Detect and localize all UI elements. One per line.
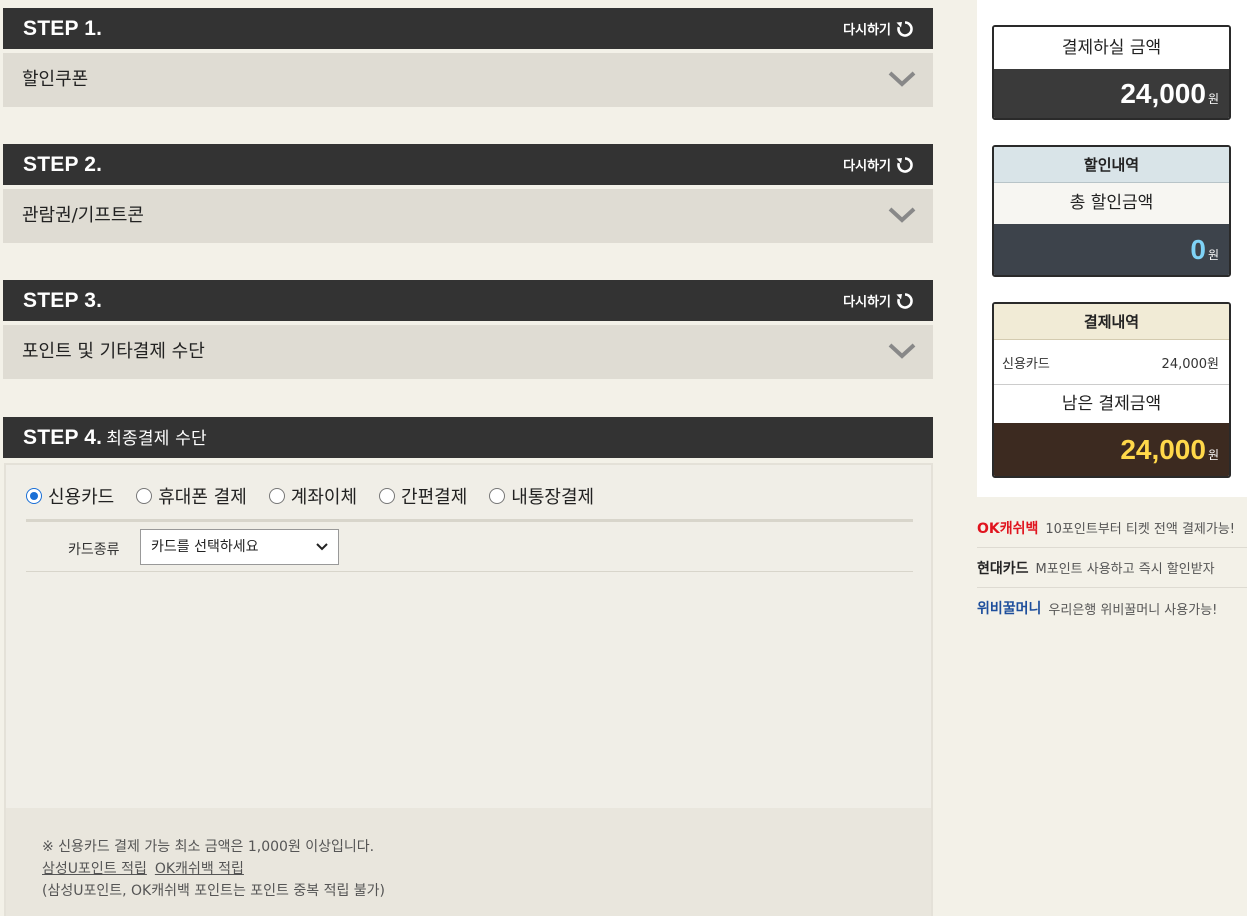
card-type-select[interactable]: 카드를 선택하세요	[140, 529, 339, 565]
method-label: 계좌이체	[290, 487, 358, 508]
final-payment-panel: 신용카드 휴대폰 결제 계좌이체 간편결제 내통장결제 카드종류 카드를 선택하…	[4, 463, 933, 916]
method-mobile[interactable]: 휴대폰 결제	[136, 483, 247, 509]
pay-amount-title: 결제하실 금액	[994, 27, 1229, 69]
remaining-title: 남은 결제금액	[994, 384, 1229, 423]
chevron-down-icon	[888, 343, 916, 359]
promo-hyundai-card[interactable]: 현대카드 M포인트 사용하고 즉시 할인받자	[977, 548, 1247, 588]
wibee-money-logo: 위비꿀머니	[977, 601, 1042, 617]
discount-value-row: 0원	[994, 224, 1229, 275]
won-unit: 원	[1207, 92, 1219, 106]
step3-row-label: 포인트 및 기타결제 수단	[22, 341, 205, 362]
card-type-label: 카드종류	[68, 542, 120, 558]
step3-reset-label: 다시하기	[843, 295, 891, 310]
method-label: 신용카드	[48, 487, 115, 508]
won-unit: 원	[1207, 448, 1219, 462]
promo-ok-cashbag[interactable]: OK캐쉬백 10포인트부터 티켓 전액 결제가능!	[977, 508, 1247, 548]
radio-my-account[interactable]	[489, 488, 506, 504]
promo-wibee-money[interactable]: 위비꿀머니 우리은행 위비꿀머니 사용가능!	[977, 588, 1247, 628]
step3-header: STEP 3. 다시하기	[3, 280, 933, 321]
method-label: 간편결제	[401, 487, 468, 508]
step2-reset-label: 다시하기	[843, 159, 891, 174]
method-label: 내통장결제	[511, 487, 595, 508]
notice-no-duplicate: (삼성U포인트, OK캐쉬백 포인트는 포인트 중복 적립 불가)	[42, 883, 386, 899]
payment-item-value: 24,000원	[1161, 356, 1219, 372]
card-select-value: 카드를 선택하세요	[151, 539, 259, 555]
method-label: 휴대폰 결제	[158, 487, 247, 508]
refresh-icon	[896, 292, 913, 309]
method-credit-card[interactable]: 신용카드	[26, 483, 114, 509]
payment-notice: ※ 신용카드 결제 가능 최소 금액은 1,000원 이상입니다. 삼성U포인트…	[6, 808, 931, 916]
method-easy-pay[interactable]: 간편결제	[379, 483, 467, 509]
hyundai-card-logo: 현대카드	[977, 560, 1029, 577]
discount-title: 총 할인금액	[994, 183, 1229, 224]
radio-easy-pay[interactable]	[379, 488, 396, 504]
radio-credit-card[interactable]	[26, 488, 42, 504]
won-unit: 원	[1207, 248, 1219, 262]
payment-detail-item: 신용카드 24,000원	[994, 340, 1229, 384]
step1-reset-button[interactable]: 다시하기	[843, 8, 915, 49]
step1-title: STEP 1.	[23, 17, 103, 40]
step3-points-row[interactable]: 포인트 및 기타결제 수단	[3, 325, 933, 379]
divider	[26, 519, 913, 522]
ok-cashbag-logo: OK캐쉬백	[977, 520, 1039, 537]
remaining-value-row: 24,000 원	[994, 423, 1229, 476]
divider	[26, 571, 913, 572]
payment-detail-header: 결제내역	[994, 304, 1229, 340]
promo-list: OK캐쉬백 10포인트부터 티켓 전액 결제가능! 현대카드 M포인트 사용하고…	[977, 508, 1247, 628]
method-my-account[interactable]: 내통장결제	[489, 483, 594, 509]
refresh-icon	[896, 20, 913, 37]
payment-method-group: 신용카드 휴대폰 결제 계좌이체 간편결제 내통장결제	[26, 483, 594, 509]
step4-header: STEP 4. 최종결제 수단	[3, 417, 933, 458]
remaining-amount: 24,000	[1120, 434, 1206, 465]
radio-mobile[interactable]	[136, 488, 153, 504]
step2-giftcon-row[interactable]: 관람권/기프트콘	[3, 189, 933, 243]
pay-amount-value: 24,000	[1120, 78, 1206, 109]
promo-text: 우리은행 위비꿀머니 사용가능!	[1048, 602, 1218, 618]
discount-box: 할인내역 총 할인금액 0원	[992, 145, 1231, 277]
step1-coupon-row[interactable]: 할인쿠폰	[3, 53, 933, 107]
samsung-point-link[interactable]: 삼성U포인트 적립	[42, 861, 147, 877]
promo-text: 10포인트부터 티켓 전액 결제가능!	[1045, 522, 1236, 537]
pay-amount-value-row: 24,000 원	[994, 69, 1229, 118]
chevron-down-icon	[316, 543, 328, 551]
payment-steps: STEP 1. 다시하기 할인쿠폰 STEP 2. 다시하기 관람권/기프트콘 …	[0, 0, 935, 916]
step2-reset-button[interactable]: 다시하기	[843, 144, 915, 185]
notice-min-amount: ※ 신용카드 결제 가능 최소 금액은 1,000원 이상입니다.	[42, 839, 375, 855]
step4-title: STEP 4. 최종결제 수단	[23, 417, 207, 460]
discount-amount: 0	[1190, 234, 1206, 265]
step3-reset-button[interactable]: 다시하기	[843, 280, 915, 321]
chevron-down-icon	[888, 207, 916, 223]
payment-item-label: 신용카드	[1002, 356, 1050, 372]
step2-title: STEP 2.	[23, 153, 103, 176]
pay-amount-box: 결제하실 금액 24,000 원	[992, 25, 1231, 120]
step2-row-label: 관람권/기프트콘	[22, 205, 144, 226]
step2-header: STEP 2. 다시하기	[3, 144, 933, 185]
step1-reset-label: 다시하기	[843, 23, 891, 38]
step4-subtitle: 최종결제 수단	[106, 429, 207, 449]
step1-row-label: 할인쿠폰	[22, 69, 89, 90]
radio-bank-transfer[interactable]	[268, 488, 285, 504]
payment-detail-box: 결제내역 신용카드 24,000원 남은 결제금액 24,000 원	[992, 302, 1231, 478]
step1-header: STEP 1. 다시하기	[3, 8, 933, 49]
step4-title-text: STEP 4.	[23, 426, 103, 449]
notice-links: 삼성U포인트 적립 OK캐쉬백 적립	[42, 858, 931, 880]
refresh-icon	[896, 156, 913, 173]
promo-text: M포인트 사용하고 즉시 할인받자	[1035, 562, 1215, 577]
ok-cashbag-link[interactable]: OK캐쉬백 적립	[155, 861, 244, 877]
chevron-down-icon	[888, 71, 916, 87]
discount-header: 할인내역	[994, 147, 1229, 183]
step3-title: STEP 3.	[23, 289, 103, 312]
method-bank-transfer[interactable]: 계좌이체	[268, 483, 358, 509]
